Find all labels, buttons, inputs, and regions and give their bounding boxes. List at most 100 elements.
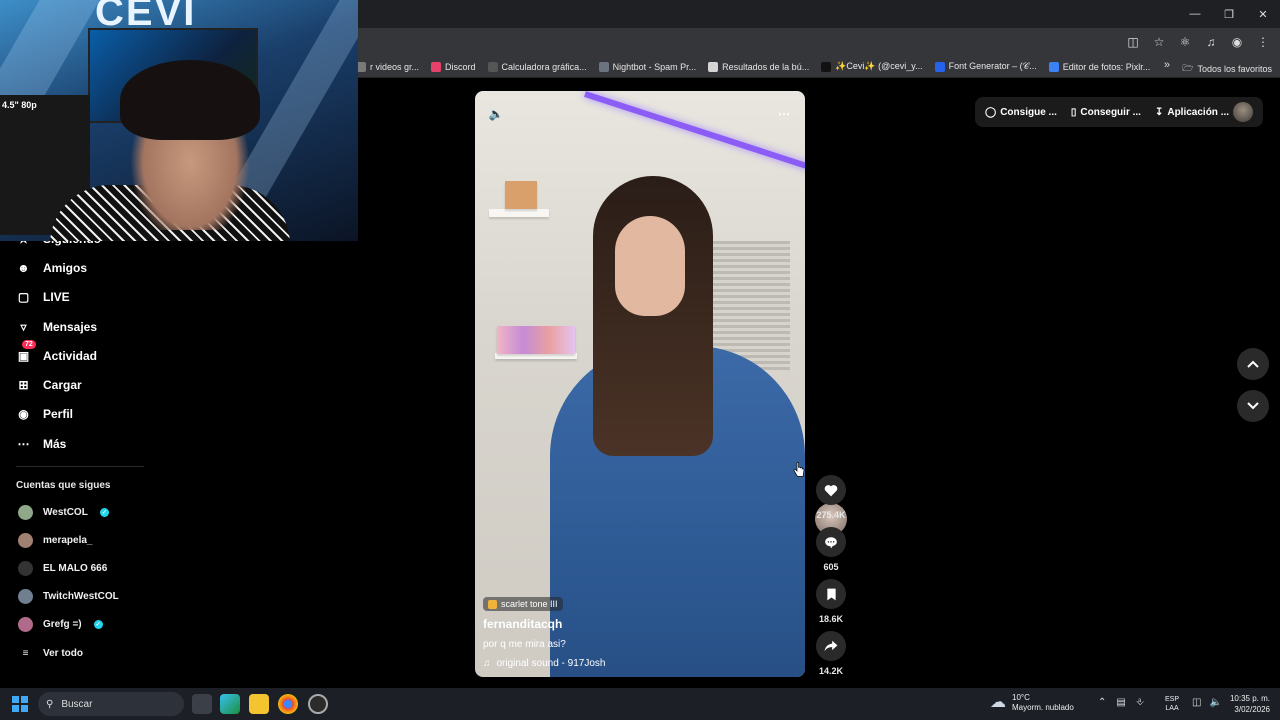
verified-icon: ✓ xyxy=(93,620,103,629)
start-button[interactable] xyxy=(12,696,28,712)
following-account[interactable]: Grefg =) ✓ xyxy=(18,617,103,632)
chevron-up-icon xyxy=(1247,360,1259,368)
video-sound[interactable]: ♫ original sound - 917Josh xyxy=(483,658,783,669)
download-app-button[interactable]: ↧ Aplicación ... xyxy=(1155,107,1229,118)
bookmark-favicon-icon xyxy=(431,61,442,72)
download-app-label: Aplicación ... xyxy=(1167,106,1230,118)
obs-icon[interactable] xyxy=(308,694,328,714)
cam-hair xyxy=(120,60,260,140)
like-button[interactable] xyxy=(816,475,846,505)
following-account[interactable]: EL MALO 666 xyxy=(18,561,107,576)
shelf-box xyxy=(505,181,537,209)
bookmark-item[interactable]: Discord xyxy=(431,61,476,72)
sidebar-item-label: Más xyxy=(43,436,67,451)
all-bookmarks-label: Todos los favoritos xyxy=(1197,64,1272,74)
clock[interactable]: 10:35 p. m. 3/02/2026 xyxy=(1226,693,1270,715)
following-account[interactable]: TwitchWestCOL xyxy=(18,589,119,604)
following-account[interactable]: merapela_ xyxy=(18,533,92,548)
profile-avatar-icon[interactable]: ◉ xyxy=(1226,32,1248,52)
sidebar-item-4[interactable]: ⊞ Cargar xyxy=(16,377,82,392)
notification-badge: 72 xyxy=(22,340,36,349)
language-indicator[interactable]: ESP LAA xyxy=(1165,695,1179,713)
tray-chevron-up-icon[interactable]: ⌃ xyxy=(1098,697,1106,708)
live-icon: ▢ xyxy=(17,289,30,304)
bookmarks-overflow-icon[interactable]: » xyxy=(1164,59,1170,71)
comment-button[interactable] xyxy=(816,527,846,557)
video-more-icon[interactable]: ⋯ xyxy=(773,103,795,125)
following-account-name: WestCOL xyxy=(43,507,88,518)
restore-button[interactable]: ❐ xyxy=(1212,0,1246,28)
close-window-button[interactable]: ✕ xyxy=(1246,0,1280,28)
sidebar-item-label: Cargar xyxy=(43,377,82,392)
effect-sticker[interactable]: scarlet tone III xyxy=(483,597,563,611)
all-bookmarks-button[interactable]: 🗁 Todos los favoritos xyxy=(1182,61,1272,77)
avatar xyxy=(18,561,33,576)
sidebar-item-0[interactable]: ☻ Amigos xyxy=(16,260,87,275)
microphone-icon[interactable]: ⎀ xyxy=(1136,697,1144,708)
see-all-button[interactable]: ≡ Ver todo xyxy=(18,648,83,659)
avatar xyxy=(18,589,33,604)
bookmark-favicon-icon xyxy=(708,61,719,72)
taskbar-search[interactable]: ⚲ Buscar xyxy=(38,692,184,716)
bookmark-favicon-icon xyxy=(487,61,498,72)
weather-widget[interactable]: ☁ 10°C Mayorm. nublado xyxy=(990,693,1074,713)
get-app-button[interactable]: ▯ Conseguir ... xyxy=(1071,107,1141,118)
sidebar-item-6[interactable]: ⋯ Más xyxy=(16,436,67,451)
chrome-icon[interactable] xyxy=(278,694,298,714)
bookmark-item[interactable]: Editor de fotos: Pixlr... xyxy=(1048,61,1150,72)
network-icon: ◫ xyxy=(1192,697,1202,708)
save-button[interactable] xyxy=(816,579,846,609)
sidebar-item-3[interactable]: ▣ 72 Actividad xyxy=(16,340,97,363)
volume-icon[interactable]: 🔈 xyxy=(485,103,507,125)
install-app-icon[interactable]: ◫ xyxy=(1122,32,1144,52)
sidebar-item-5[interactable]: ◉ Perfil xyxy=(16,406,73,421)
bookmark-item[interactable]: Nightbot - Spam Pr... xyxy=(598,61,696,72)
bookmark-item[interactable]: Calculadora gráfica... xyxy=(487,61,587,72)
bookmark-favicon-icon xyxy=(598,61,609,72)
bookmark-item[interactable]: ✨Cevi✨ (@cevi_y... xyxy=(821,61,923,72)
following-account[interactable]: WestCOL ✓ xyxy=(18,505,109,520)
media-control-icon[interactable]: ♫ xyxy=(1200,32,1222,52)
share-button[interactable] xyxy=(816,631,846,661)
get-coins-button[interactable]: ◯ Consigue ... xyxy=(985,107,1057,118)
activity-icon: ▣ 72 xyxy=(16,340,36,363)
edge-icon[interactable] xyxy=(220,694,240,714)
bookmark-label: Resultados de la bú... xyxy=(722,61,810,72)
bookmark-icon xyxy=(826,588,836,600)
browser-menu-icon[interactable]: ⋮ xyxy=(1252,32,1274,52)
video-player[interactable]: 🔈 ⋯ scarlet tone III fernanditacqh por q… xyxy=(475,91,805,677)
temperature: 10°C xyxy=(1012,693,1030,702)
windows-taskbar: ⚲ Buscar ☁ 10°C Mayorm. nublado ⌃ ▤ ⎀ ES… xyxy=(0,688,1280,720)
task-view-icon[interactable] xyxy=(192,694,212,714)
bookmark-item[interactable]: r videos gr... xyxy=(356,61,420,72)
share-icon xyxy=(824,640,838,652)
like-count: 275.4K xyxy=(816,510,846,520)
bookmark-star-icon[interactable]: ☆ xyxy=(1148,32,1170,52)
following-account-name: TwitchWestCOL xyxy=(43,591,119,602)
previous-video-button[interactable] xyxy=(1237,348,1269,380)
video-username[interactable]: fernanditacqh xyxy=(483,617,783,631)
toolbar-icons: ◫ ☆ ⚛ ♫ ◉ ⋮ xyxy=(1122,32,1274,52)
file-explorer-icon[interactable] xyxy=(249,694,269,714)
following-account-name: merapela_ xyxy=(43,535,93,546)
volume-tray-icon: 🔈 xyxy=(1209,697,1222,708)
effect-icon xyxy=(488,599,497,609)
window-controls: — ❐ ✕ xyxy=(1178,0,1280,28)
user-avatar[interactable] xyxy=(1233,102,1253,122)
minimize-button[interactable]: — xyxy=(1178,0,1212,28)
network-volume[interactable]: ◫ 🔈 xyxy=(1192,697,1222,708)
bookmark-label: r videos gr... xyxy=(370,61,420,72)
sidebar-item-1[interactable]: ▢ LIVE xyxy=(16,289,70,304)
bookmark-item[interactable]: Font Generator – (𝒞... xyxy=(934,61,1037,72)
share-count: 14.2K xyxy=(818,666,844,676)
verified-icon: ✓ xyxy=(99,508,109,517)
next-video-button[interactable] xyxy=(1237,390,1269,422)
extensions-icon[interactable]: ⚛ xyxy=(1174,32,1196,52)
bookmark-item[interactable]: Resultados de la bú... xyxy=(708,61,810,72)
upload-icon: ⊞ xyxy=(18,377,29,392)
tray-app-icon[interactable]: ▤ xyxy=(1116,697,1125,708)
bookmark-favicon-icon xyxy=(934,61,945,72)
sidebar-item-2[interactable]: ▿ Mensajes xyxy=(16,319,97,334)
more-icon: ⋯ xyxy=(17,436,30,451)
weather-text: 10°C Mayorm. nublado xyxy=(1012,693,1074,713)
